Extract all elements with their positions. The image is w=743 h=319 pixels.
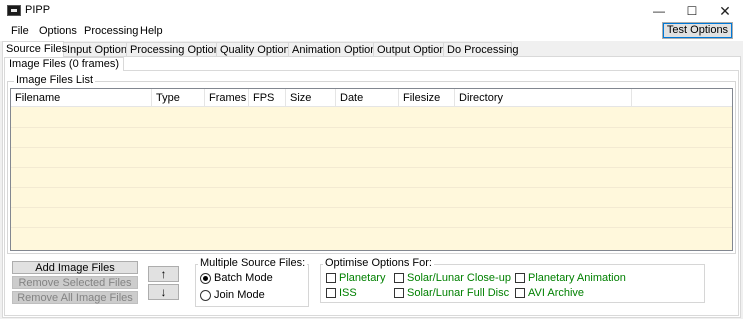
column-filename[interactable]: Filename [11, 89, 152, 107]
join-mode-radio[interactable] [200, 290, 211, 301]
menu-help[interactable]: Help [140, 25, 163, 37]
batch-mode-label[interactable]: Batch Mode [214, 272, 273, 284]
tab-image-files[interactable]: Image Files (0 frames) [4, 57, 125, 71]
close-button[interactable]: ✕ [708, 0, 742, 22]
iss-label[interactable]: ISS [339, 287, 357, 299]
iss-checkbox[interactable] [326, 288, 336, 298]
avi-archive-label[interactable]: AVI Archive [528, 287, 584, 299]
solar-lunar-full-disc-checkbox[interactable] [394, 288, 404, 298]
row-divider [11, 147, 732, 148]
column-fps[interactable]: FPS [249, 89, 286, 107]
row-divider [11, 207, 732, 208]
column-size[interactable]: Size [286, 89, 336, 107]
test-options-button[interactable]: Test Options [662, 22, 733, 39]
image-files-table[interactable]: Filename Type Frames FPS Size Date Files… [10, 88, 733, 251]
tab-processing-options[interactable]: Processing Options [126, 42, 225, 57]
row-divider [11, 127, 732, 128]
add-image-files-button[interactable]: Add Image Files [12, 261, 138, 274]
remove-all-image-files-button[interactable]: Remove All Image Files [12, 291, 138, 304]
minimize-button[interactable]: — [642, 0, 676, 22]
row-divider [11, 167, 732, 168]
multiple-source-files-label: Multiple Source Files: [198, 257, 308, 269]
tab-animation-options[interactable]: Animation Options [288, 42, 382, 57]
menu-processing[interactable]: Processing [84, 25, 138, 37]
column-directory[interactable]: Directory [455, 89, 632, 107]
menu-file[interactable]: File [11, 25, 29, 37]
move-up-button[interactable]: ↑ [148, 266, 179, 282]
row-divider [11, 187, 732, 188]
optimise-options-label: Optimise Options For: [323, 257, 434, 269]
tab-do-processing[interactable]: Do Processing [443, 42, 519, 57]
image-files-list-label: Image Files List [14, 74, 96, 86]
planetary-label[interactable]: Planetary [339, 272, 385, 284]
maximize-button[interactable]: ☐ [675, 0, 709, 22]
tab-input-options[interactable]: Input Options [63, 42, 132, 57]
column-filesize[interactable]: Filesize [399, 89, 455, 107]
planetary-animation-label[interactable]: Planetary Animation [528, 272, 626, 284]
avi-archive-checkbox[interactable] [515, 288, 525, 298]
table-header: Filename Type Frames FPS Size Date Files… [11, 89, 732, 107]
row-divider [11, 227, 732, 228]
column-frames[interactable]: Frames [205, 89, 249, 107]
planetary-checkbox[interactable] [326, 273, 336, 283]
menu-bar: File Options Processing Help [0, 22, 743, 41]
app-icon [7, 5, 21, 16]
column-filler [632, 89, 732, 107]
batch-mode-radio[interactable] [200, 273, 211, 284]
title-bar: PIPP — ☐ ✕ [0, 0, 743, 22]
move-down-button[interactable]: ↓ [148, 284, 179, 300]
tab-source-files[interactable]: Source Files [2, 41, 67, 58]
solar-lunar-closeup-label[interactable]: Solar/Lunar Close-up [407, 272, 511, 284]
remove-selected-files-button[interactable]: Remove Selected Files [12, 276, 138, 289]
tab-quality-options[interactable]: Quality Options [216, 42, 295, 57]
column-date[interactable]: Date [336, 89, 399, 107]
main-tabs: Source Files Input Options Processing Op… [0, 41, 743, 58]
solar-lunar-closeup-checkbox[interactable] [394, 273, 404, 283]
planetary-animation-checkbox[interactable] [515, 273, 525, 283]
solar-lunar-full-disc-label[interactable]: Solar/Lunar Full Disc [407, 287, 509, 299]
tab-output-options[interactable]: Output Options [373, 42, 451, 57]
menu-options[interactable]: Options [39, 25, 77, 37]
window-title: PIPP [25, 4, 51, 16]
join-mode-label[interactable]: Join Mode [214, 289, 265, 301]
column-type[interactable]: Type [152, 89, 205, 107]
